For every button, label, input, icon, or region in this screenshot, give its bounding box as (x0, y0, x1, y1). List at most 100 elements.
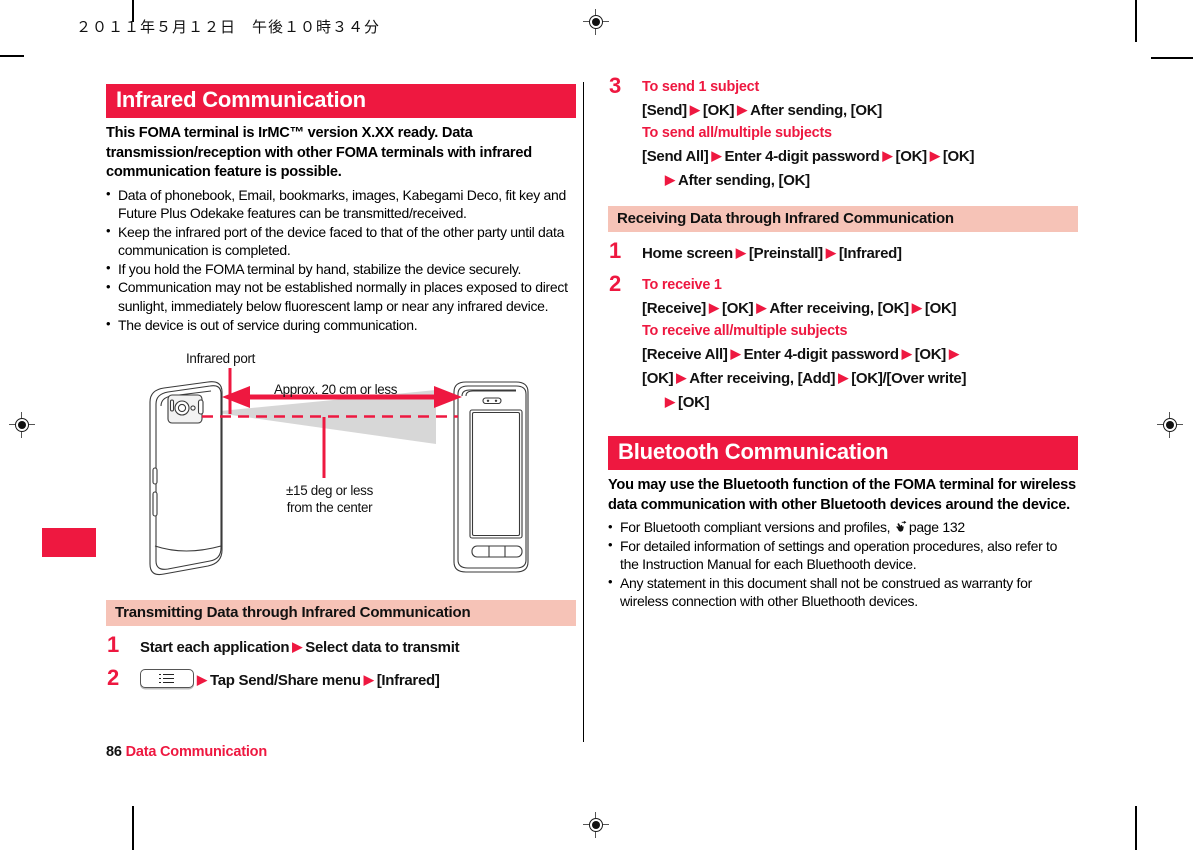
arrow-icon: ▶ (709, 300, 720, 315)
step-line: Home screen ▶ [Preinstall] ▶ [Infrared] (642, 241, 1078, 265)
arrow-icon: ▶ (197, 672, 207, 688)
step-text: After receiving, [Add] (689, 370, 836, 387)
list-item: Data of phonebook, Email, bookmarks, ima… (106, 185, 576, 223)
phone-front-view (453, 381, 529, 573)
figure-label-infrared-port: Infrared port (186, 351, 256, 367)
step-transmit-3: 3 To send 1 subject [Send] ▶ [OK] ▶ After se… (608, 73, 1078, 192)
step-sub-label: To send 1 subject (642, 79, 760, 95)
step-transmit-1: 1 Start each application ▶ Select data to … (106, 632, 576, 659)
step-sub-label: To receive all/multiple subjects (642, 323, 848, 339)
column-divider (583, 82, 584, 742)
step-number: 2 (107, 665, 120, 691)
figure-label-angle-line1: ±15 deg or less (286, 483, 373, 499)
step-transmit-2: 2 ▶ Tap Send/Share menu ▶ [Infrared] (106, 665, 576, 692)
infrared-communication-diagram: Infrared port Approx. 20 cm or less ±15 … (106, 350, 576, 600)
arrow-icon: ▶ (911, 300, 922, 315)
step-text: [OK] (924, 300, 957, 317)
list-item: If you hold the FOMA terminal by hand, s… (106, 259, 576, 279)
step-text: Start each application (140, 639, 290, 657)
bluetooth-bullet-list: For Bluetooth compliant versions and pro… (608, 518, 1078, 611)
list-item: Any statement in this document shall not… (608, 573, 1078, 611)
arrow-icon: ▶ (882, 148, 893, 163)
arrow-icon: ▶ (665, 394, 675, 409)
step-line: Start each application ▶ Select data to tr… (140, 635, 576, 659)
infrared-bullet-list: Data of phonebook, Email, bookmarks, ima… (106, 185, 576, 335)
arrow-icon: ▶ (689, 102, 700, 117)
page-footer: 86 Data Communication (106, 744, 267, 760)
phone-rear-view (149, 381, 223, 576)
step-sub-label: To send all/multiple subjects (642, 125, 832, 141)
step-number: 1 (107, 632, 120, 658)
right-column: 3 To send 1 subject [Send] ▶ [OK] ▶ After se… (608, 73, 1078, 611)
step-line: [Send] ▶ [OK] ▶ After sending, [OK] (642, 98, 1078, 122)
step-receive-2: 2 To receive 1 [Receive] ▶ [OK] ▶ After rece… (608, 271, 1078, 414)
infrared-lead-paragraph: This FOMA terminal is IrMC™ version X.XX… (106, 125, 532, 180)
footer-section-name: Data Communication (125, 744, 268, 760)
reference-hand-icon (894, 520, 907, 533)
bluetooth-lead-paragraph: You may use the Bluetooth function of th… (608, 477, 1076, 513)
menu-lines-icon (159, 673, 175, 684)
step-text: [Infrared] (376, 672, 440, 690)
arrow-icon: ▶ (901, 346, 912, 361)
arrow-icon: ▶ (711, 148, 722, 163)
arrow-icon: ▶ (825, 245, 836, 260)
step-line: ▶ Tap Send/Share menu ▶ [Infrared] (140, 668, 576, 692)
step-text: [OK] (942, 148, 975, 165)
arrow-icon: ▶ (948, 346, 959, 361)
step-text: [OK] (895, 148, 928, 165)
arrow-icon: ▶ (756, 300, 767, 315)
section-banner-bluetooth-communication: Bluetooth Communication (608, 436, 1078, 470)
step-text: Home screen (642, 245, 733, 262)
footer-page-number: 86 (106, 744, 122, 760)
menu-key-icon[interactable] (140, 669, 194, 689)
arrow-icon: ▶ (363, 672, 374, 688)
step-text: After sending, [OK] (678, 172, 810, 189)
step-text: [OK] (678, 394, 710, 411)
step-line: [Receive All] ▶ Enter 4-digit password ▶ [OK… (642, 342, 1078, 366)
step-line-continuation-2: ▶ [OK] (642, 390, 1078, 414)
list-item-text: For Bluetooth compliant versions and pro… (620, 519, 891, 535)
left-column: Infrared Communication This FOMA termina… (106, 84, 576, 692)
arrow-icon: ▶ (735, 245, 746, 260)
sub-header-transmitting-data: Transmitting Data through Infrared Commu… (106, 600, 576, 627)
figure-label-distance: Approx. 20 cm or less (274, 382, 398, 398)
arrow-icon: ▶ (838, 370, 849, 385)
step-text: [OK] (914, 346, 947, 363)
step-text: Tap Send/Share menu (210, 672, 361, 690)
step-number: 1 (609, 238, 622, 263)
step-number: 3 (609, 73, 622, 98)
list-item: For detailed information of settings and… (608, 536, 1078, 574)
arrow-icon: ▶ (676, 370, 687, 385)
step-text: [Receive] (642, 300, 707, 317)
step-line: [Send All] ▶ Enter 4-digit password ▶ [OK] ▶[… (642, 144, 1078, 168)
step-text: [Infrared] (838, 245, 902, 262)
list-item: The device is out of service during comm… (106, 315, 576, 335)
step-text: [Preinstall] (748, 245, 823, 262)
step-line-continuation: ▶ After sending, [OK] (642, 168, 1078, 192)
step-text: Enter 4-digit password (724, 148, 880, 165)
step-number: 2 (609, 271, 622, 296)
step-text: Select data to transmit (305, 639, 460, 657)
arrow-icon: ▶ (929, 148, 940, 163)
step-text: [Receive All] (642, 346, 728, 363)
step-text: After receiving, [OK] (769, 300, 909, 317)
step-text: [Send All] (642, 148, 709, 165)
page-content: Infrared Communication This FOMA termina… (0, 0, 1193, 850)
step-line: [Receive] ▶ [OK] ▶ After receiving, [OK] ▶ [OK… (642, 296, 1078, 320)
step-text: [OK]/[Over write] (851, 370, 967, 387)
step-text: [OK] (702, 102, 735, 119)
step-line-continuation: [OK] ▶ After receiving, [Add] ▶ [OK]/[Over w… (642, 366, 1078, 390)
list-item: For Bluetooth compliant versions and pro… (608, 518, 1078, 537)
step-text: Enter 4-digit password (743, 346, 899, 363)
arrow-icon: ▶ (665, 172, 675, 187)
arrow-icon: ▶ (292, 639, 303, 655)
step-sub-label: To receive 1 (642, 277, 722, 293)
figure-label-angle: ±15 deg or less from the center (286, 482, 373, 516)
arrow-icon: ▶ (730, 346, 741, 361)
step-text: After sending, [OK] (750, 102, 882, 119)
list-item: Keep the infrared port of the device fac… (106, 222, 576, 260)
arrow-icon: ▶ (737, 102, 748, 117)
section-banner-infrared-communication: Infrared Communication (106, 84, 576, 118)
list-item-reference: page 132 (908, 519, 965, 535)
step-text: [OK] (722, 300, 754, 317)
